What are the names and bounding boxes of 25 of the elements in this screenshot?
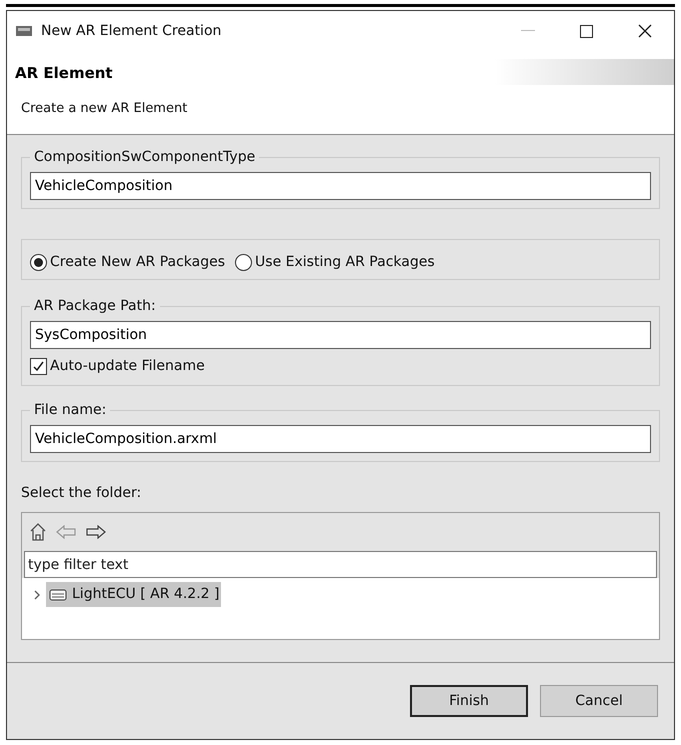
page-title: AR Element bbox=[15, 63, 113, 84]
package-path-field[interactable]: SysComposition bbox=[30, 321, 651, 349]
filter-field[interactable]: type filter text bbox=[24, 551, 657, 578]
folder-label: Select the folder: bbox=[21, 484, 142, 503]
app-icon bbox=[15, 24, 33, 38]
maximize-icon[interactable] bbox=[580, 24, 593, 38]
group-label: File name: bbox=[33, 401, 108, 420]
home-icon[interactable] bbox=[30, 523, 46, 541]
forward-arrow-icon[interactable] bbox=[86, 525, 106, 539]
auto-update-checkbox[interactable]: Auto-update Filename bbox=[30, 356, 651, 377]
page-description: Create a new AR Element bbox=[21, 100, 188, 118]
radio-option[interactable]: Create New AR Packages bbox=[30, 252, 226, 273]
window-title: New AR Element Creation bbox=[41, 22, 222, 40]
file-name-field[interactable]: VehicleComposition.arxml bbox=[30, 425, 651, 453]
radio-option[interactable]: Use Existing AR Packages bbox=[235, 252, 435, 273]
component-name-field[interactable]: VehicleComposition bbox=[30, 172, 651, 200]
radio-icon[interactable] bbox=[235, 254, 252, 271]
finish-button[interactable]: Finish bbox=[410, 685, 528, 717]
group-label: CompositionSwComponentType bbox=[33, 148, 256, 167]
group-label: AR Package Path: bbox=[33, 297, 157, 316]
close-icon[interactable] bbox=[638, 24, 652, 38]
cancel-button[interactable]: Cancel bbox=[540, 685, 658, 717]
tree-item[interactable]: LightECU [ AR 4.2.2 ] bbox=[46, 582, 222, 607]
radio-icon[interactable] bbox=[30, 254, 47, 271]
checkbox-icon[interactable] bbox=[30, 358, 47, 375]
